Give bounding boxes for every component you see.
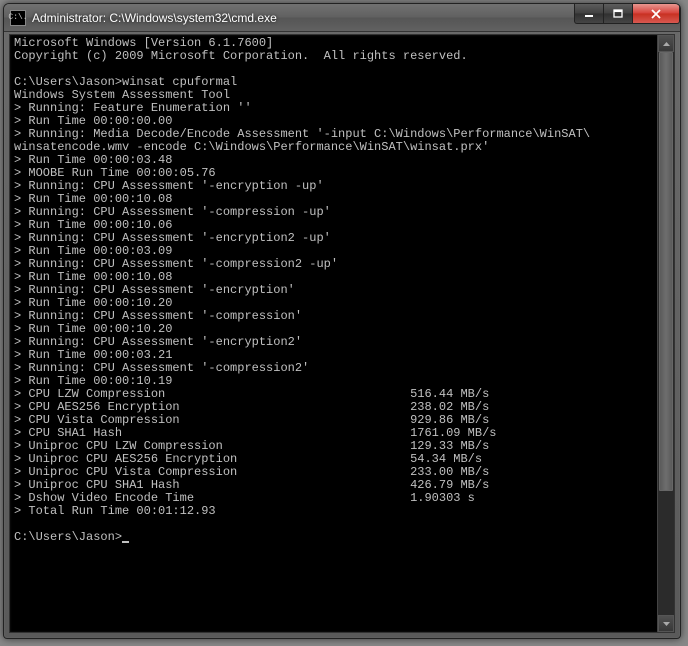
minimize-button[interactable] bbox=[574, 4, 604, 24]
titlebar[interactable]: C:\. Administrator: C:\Windows\system32\… bbox=[4, 4, 680, 32]
maximize-button[interactable] bbox=[603, 4, 633, 24]
scroll-up-button[interactable] bbox=[658, 35, 674, 52]
scroll-down-button[interactable] bbox=[658, 615, 674, 632]
window-title: Administrator: C:\Windows\system32\cmd.e… bbox=[32, 11, 277, 25]
scroll-thumb[interactable] bbox=[659, 52, 673, 491]
cmd-icon: C:\. bbox=[10, 10, 26, 26]
scroll-track[interactable] bbox=[658, 52, 674, 615]
cursor bbox=[122, 541, 129, 543]
client-area: Microsoft Windows [Version 6.1.7600] Cop… bbox=[9, 34, 675, 633]
close-button[interactable] bbox=[632, 4, 680, 24]
vertical-scrollbar[interactable] bbox=[657, 35, 674, 632]
terminal-output[interactable]: Microsoft Windows [Version 6.1.7600] Cop… bbox=[10, 35, 657, 632]
window-controls bbox=[575, 4, 680, 24]
cmd-window: C:\. Administrator: C:\Windows\system32\… bbox=[3, 3, 681, 639]
